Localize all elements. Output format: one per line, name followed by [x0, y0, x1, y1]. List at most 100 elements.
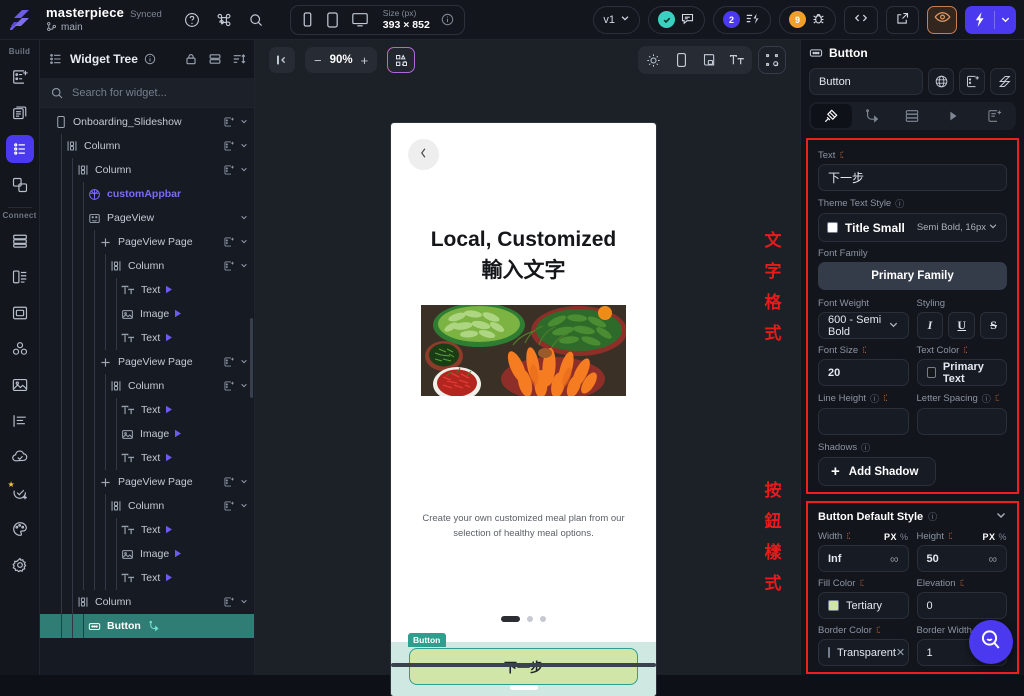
- widget-tree-list[interactable]: Onboarding_Slideshow Column Column customAp…: [40, 108, 254, 675]
- expand-play-icon[interactable]: [165, 405, 173, 416]
- add-widget-icon[interactable]: [223, 356, 235, 368]
- tree-row-text[interactable]: Text: [40, 446, 254, 470]
- variable-icon[interactable]: ⁝⁚: [859, 578, 864, 589]
- properties-scroll-area[interactable]: Text ⁝⁚ 下一步 Theme Text Style ⓘ Title Sma…: [801, 130, 1024, 675]
- height-input[interactable]: 50 ∞: [916, 545, 1007, 572]
- device-desktop-icon[interactable]: [351, 11, 369, 28]
- help-circle-icon[interactable]: [184, 12, 200, 28]
- zoom-in-button[interactable]: +: [361, 54, 369, 67]
- rail-item-page-selector[interactable]: [6, 63, 34, 91]
- branch-row[interactable]: main: [46, 21, 162, 35]
- preview-toggle-button[interactable]: [927, 5, 957, 34]
- zoom-out-button[interactable]: −: [314, 54, 322, 67]
- tree-row-column[interactable]: Column: [40, 590, 254, 614]
- rail-item-media-assets[interactable]: [6, 371, 34, 399]
- font-size-input[interactable]: 20: [818, 359, 909, 386]
- tab-animations[interactable]: [933, 104, 974, 128]
- expand-play-icon[interactable]: [165, 573, 173, 584]
- tab-backend[interactable]: [892, 104, 933, 128]
- infinity-icon[interactable]: ∞: [988, 552, 997, 566]
- expand-play-icon[interactable]: [174, 549, 182, 560]
- back-button[interactable]: [408, 139, 439, 170]
- add-widget-icon[interactable]: [223, 140, 235, 152]
- warnings-group[interactable]: 9: [779, 5, 836, 34]
- tree-row-image[interactable]: Image: [40, 422, 254, 446]
- chevron-down-icon[interactable]: [995, 509, 1007, 524]
- code-view-button[interactable]: [844, 5, 878, 34]
- run-dropdown-icon[interactable]: [995, 14, 1016, 25]
- ai-magic-icon[interactable]: [387, 47, 416, 73]
- lock-icon[interactable]: [184, 52, 198, 66]
- height-unit-pct[interactable]: %: [998, 532, 1007, 542]
- rail-item-localization[interactable]: [6, 407, 34, 435]
- chevron-down-icon[interactable]: [240, 357, 248, 367]
- info-icon[interactable]: [144, 53, 156, 65]
- width-input[interactable]: Inf ∞: [818, 545, 909, 572]
- line-height-input[interactable]: [818, 408, 909, 435]
- rail-item-app-state[interactable]: [6, 263, 34, 291]
- device-phone-icon[interactable]: [325, 11, 340, 29]
- search-icon[interactable]: [248, 12, 264, 28]
- action-flow-icon[interactable]: [148, 620, 161, 633]
- chevron-down-icon[interactable]: [240, 141, 248, 151]
- variable-icon[interactable]: ⁝⁚: [948, 531, 953, 542]
- close-icon[interactable]: ✕: [896, 646, 905, 659]
- text-value-input[interactable]: 下一步: [818, 164, 1007, 191]
- tree-row-column[interactable]: Column: [40, 158, 254, 182]
- font-weight-select[interactable]: 600 - Semi Bold: [818, 312, 909, 339]
- search-zoom-fab[interactable]: [969, 620, 1013, 664]
- rail-item-storage[interactable]: [6, 299, 34, 327]
- canvas-stage[interactable]: Local, Customized 輸入文字 Create your own c…: [255, 80, 800, 696]
- tree-row-text[interactable]: Text: [40, 518, 254, 542]
- rail-item-theme[interactable]: [6, 515, 34, 543]
- tree-row-column[interactable]: Column: [40, 254, 254, 278]
- info-icon[interactable]: ⓘ: [982, 392, 991, 405]
- variable-icon[interactable]: ⁝⁚: [963, 345, 968, 356]
- command-icon[interactable]: [216, 12, 232, 28]
- variable-icon[interactable]: ⁝⁚: [839, 150, 844, 161]
- info-icon[interactable]: ⓘ: [861, 441, 870, 454]
- info-icon[interactable]: ⓘ: [870, 392, 879, 405]
- rail-item-deploy[interactable]: [6, 443, 34, 471]
- tree-row-customappbar[interactable]: customAppbar: [40, 182, 254, 206]
- fill-color-selector[interactable]: Tertiary: [818, 592, 909, 619]
- tree-row-onboarding-slideshow[interactable]: Onboarding_Slideshow: [40, 110, 254, 134]
- tab-properties[interactable]: [811, 104, 852, 128]
- version-selector[interactable]: v1: [593, 5, 640, 34]
- sort-icon[interactable]: [232, 52, 246, 66]
- border-color-selector[interactable]: Transparent ✕: [818, 639, 909, 666]
- font-size-icon[interactable]: [724, 48, 750, 72]
- device-frame-icon[interactable]: [668, 48, 694, 72]
- strikethrough-button[interactable]: S: [980, 312, 1007, 339]
- variable-icon[interactable]: ⁝⁚: [862, 345, 867, 356]
- phone-preview[interactable]: Local, Customized 輸入文字 Create your own c…: [391, 123, 656, 696]
- vegetables-market-image[interactable]: [421, 305, 626, 396]
- device-phone-small-icon[interactable]: [301, 11, 314, 28]
- page-dot-2[interactable]: [527, 616, 533, 622]
- issues-group[interactable]: 2: [713, 5, 771, 34]
- add-widget-icon[interactable]: [223, 380, 235, 392]
- theme-widget-icon[interactable]: [928, 68, 954, 95]
- tree-row-pageview-page[interactable]: PageView Page: [40, 470, 254, 494]
- tree-row-text[interactable]: Text: [40, 398, 254, 422]
- underline-button[interactable]: U: [948, 312, 976, 339]
- add-widget-icon[interactable]: [223, 476, 235, 488]
- tree-row-text[interactable]: Text: [40, 566, 254, 590]
- elevation-input[interactable]: 0: [916, 592, 1007, 619]
- share-button[interactable]: [886, 5, 919, 34]
- page-dot-1[interactable]: [501, 616, 520, 622]
- width-unit-px[interactable]: PX: [884, 532, 897, 542]
- responsive-icon[interactable]: [696, 48, 722, 72]
- info-icon[interactable]: ⓘ: [928, 510, 937, 523]
- rail-item-settings[interactable]: [6, 551, 34, 579]
- add-widget-icon[interactable]: [223, 236, 235, 248]
- add-component-icon[interactable]: [959, 68, 985, 95]
- tree-row-text[interactable]: Text: [40, 278, 254, 302]
- variable-icon[interactable]: ⁝⁚: [995, 393, 1000, 404]
- rail-item-pages[interactable]: [6, 99, 34, 127]
- add-widget-icon[interactable]: [223, 260, 235, 272]
- expand-play-icon[interactable]: [165, 285, 173, 296]
- tree-row-column[interactable]: Column: [40, 374, 254, 398]
- variable-icon[interactable]: ⁝⁚: [876, 625, 881, 636]
- run-button[interactable]: [965, 5, 1016, 34]
